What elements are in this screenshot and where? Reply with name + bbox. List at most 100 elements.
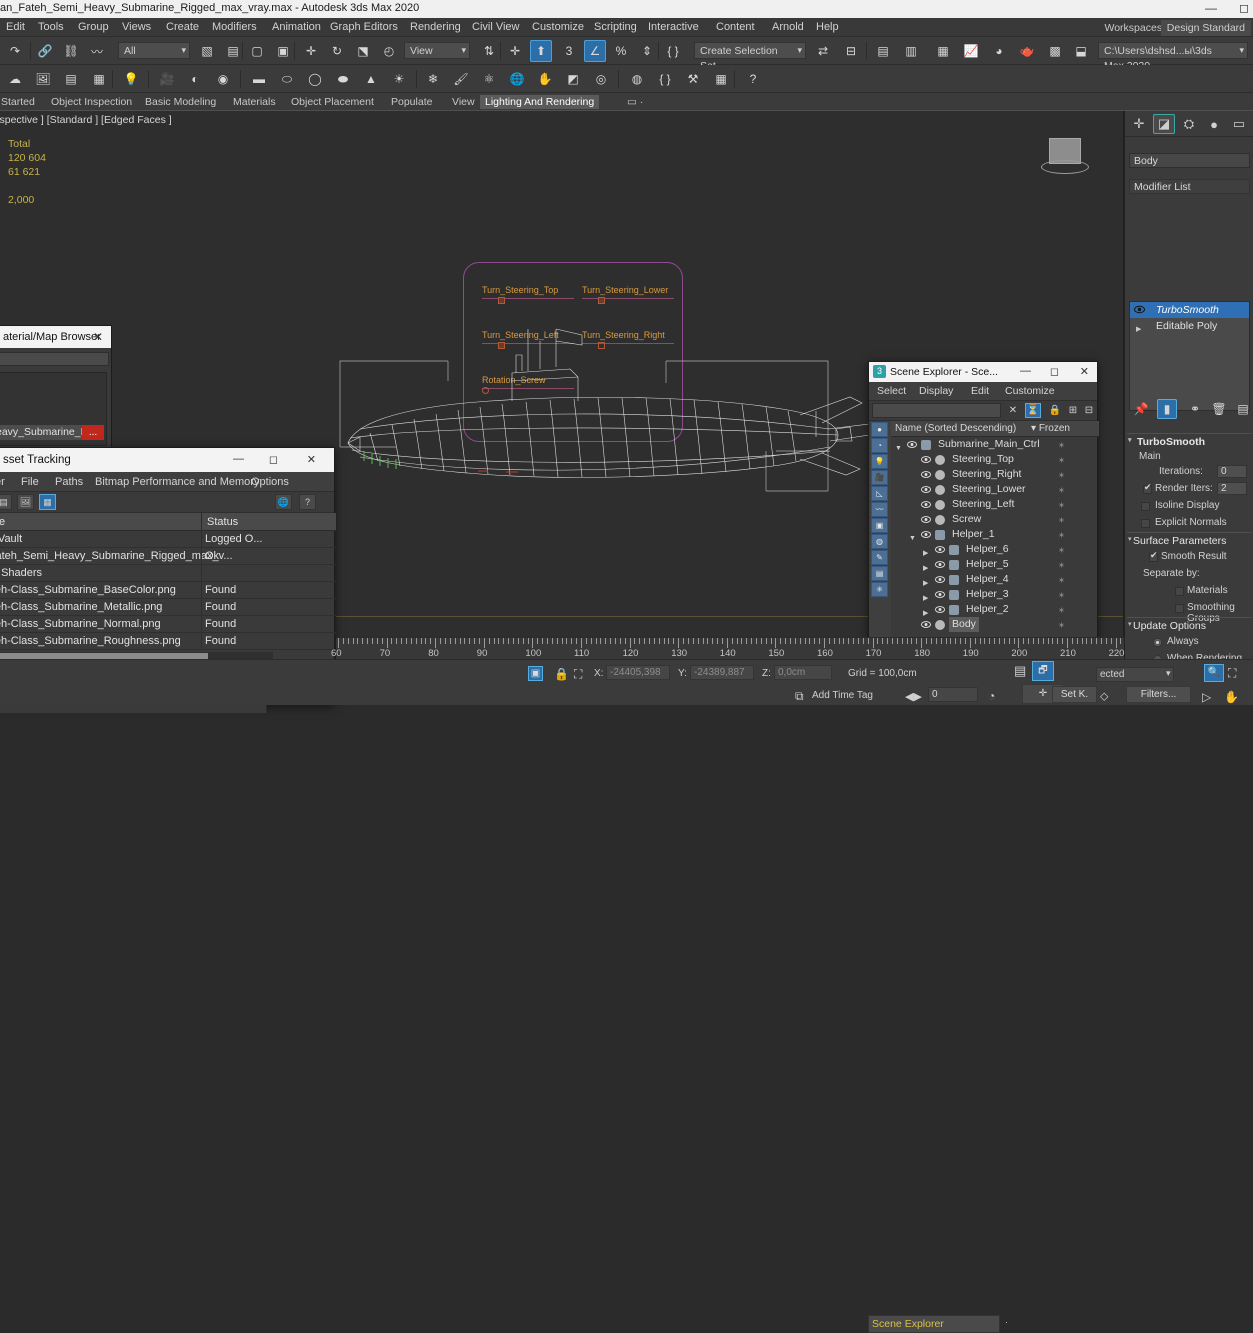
material-browser-search-input[interactable] bbox=[0, 352, 109, 366]
eye-icon[interactable] bbox=[921, 455, 931, 464]
menu-modifiers[interactable]: Modifiers bbox=[212, 21, 257, 33]
scene-explorer-minimize-button[interactable]: — bbox=[1020, 365, 1031, 377]
project-folder-path[interactable]: C:\Users\dshsd...ы\3ds Max 2020 bbox=[1098, 42, 1248, 72]
frozen-cell[interactable]: ⁎ bbox=[1059, 437, 1064, 452]
update-mode-always-radio[interactable] bbox=[1153, 638, 1162, 647]
menu-civil-view[interactable]: Civil View bbox=[472, 21, 519, 33]
particle-icon[interactable]: ⚛ bbox=[478, 68, 500, 90]
light-icon[interactable]: 💡 bbox=[120, 68, 142, 90]
frozen-cell[interactable]: ⁎ bbox=[1059, 482, 1064, 497]
rectangular-selection-region-icon[interactable]: ▢ bbox=[246, 40, 268, 62]
filter-lights-icon[interactable]: 💡 bbox=[871, 454, 888, 469]
ribbon-toggle-icon[interactable]: ▥ bbox=[900, 40, 922, 62]
scene-explorer-tree-row[interactable]: Screw ⁎ bbox=[891, 512, 1099, 527]
ribbon-tab-view[interactable]: View bbox=[447, 95, 480, 109]
asset-tracking-minimize-button[interactable]: — bbox=[233, 453, 244, 465]
workspaces-dropdown[interactable]: Design Standard bbox=[1160, 20, 1251, 36]
set-key-button[interactable]: Set K. bbox=[1052, 686, 1097, 703]
light-bulb-icon[interactable]: ◍ bbox=[626, 68, 648, 90]
asset-menu-options[interactable]: Options bbox=[251, 476, 289, 488]
camera-icon[interactable]: 🎥 bbox=[156, 68, 178, 90]
globe-icon[interactable]: 🌐 bbox=[506, 68, 528, 90]
absolute-relative-mode-icon[interactable]: ⛶ bbox=[574, 667, 582, 682]
filter-space-warps-icon[interactable]: 〰 bbox=[871, 502, 888, 517]
isoline-display-checkbox[interactable] bbox=[1141, 502, 1150, 511]
scene-explorer-status-tag[interactable]: Scene Explorer bbox=[868, 1315, 1000, 1333]
ribbon-tab-materials[interactable]: Materials bbox=[228, 95, 281, 109]
asset-menu-bitmap-performance[interactable]: Bitmap Performance and Memory bbox=[95, 476, 259, 488]
frozen-cell[interactable]: ⁎ bbox=[1059, 452, 1064, 467]
select-and-scale-icon[interactable]: ⬔ bbox=[352, 40, 374, 62]
select-and-link-icon[interactable]: 🔗 bbox=[34, 40, 56, 62]
scene-explorer-menu-customize[interactable]: Customize bbox=[1005, 385, 1055, 397]
scene-explorer-tree-row[interactable]: Steering_Top ⁎ bbox=[891, 452, 1099, 467]
helper-object-icon[interactable] bbox=[949, 575, 959, 585]
x-coordinate-field[interactable]: -24405,398 bbox=[606, 665, 670, 680]
asset-row[interactable]: Fateh-Class_Submarine_Normal.png Found bbox=[0, 616, 336, 633]
sphere-shading-icon[interactable]: ◐ bbox=[184, 68, 206, 90]
rollout-header-turbosmooth[interactable]: TurboSmooth bbox=[1127, 433, 1252, 450]
menu-graph-editors[interactable]: Graph Editors bbox=[330, 21, 398, 33]
clear-search-icon[interactable]: ✕ bbox=[1005, 403, 1021, 418]
ribbon-modeling-icon[interactable]: ◩ bbox=[562, 68, 584, 90]
material-browser-close-button[interactable]: ✕ bbox=[93, 330, 103, 344]
window-crossing-icon[interactable]: ▣ bbox=[272, 40, 294, 62]
modifier-stack-list[interactable]: TurboSmooth ▶ Editable Poly bbox=[1129, 301, 1250, 411]
explicit-normals-checkbox[interactable] bbox=[1141, 519, 1150, 528]
menu-content[interactable]: Content bbox=[716, 21, 755, 33]
torus-primitive-icon[interactable]: ⬬ bbox=[332, 68, 354, 90]
filter-groups-icon[interactable]: ▣ bbox=[871, 518, 888, 533]
key-filters-icon[interactable]: ⬦ bbox=[1100, 689, 1108, 704]
y-coordinate-field[interactable]: -24389,887 bbox=[690, 665, 754, 680]
surface-parameters-header[interactable]: Surface Parameters bbox=[1127, 532, 1252, 549]
menu-group[interactable]: Group bbox=[78, 21, 109, 33]
toggle-scene-explorer-icon[interactable]: 🗗 bbox=[1032, 661, 1054, 681]
show-end-result-icon[interactable]: ▮ bbox=[1157, 399, 1177, 419]
mirror-icon[interactable]: ⇄ bbox=[812, 40, 834, 62]
paint-icon[interactable]: 🖌 bbox=[450, 68, 472, 90]
asset-column-header-status[interactable]: Status bbox=[207, 516, 238, 528]
minimize-button[interactable]: — bbox=[1205, 1, 1217, 15]
scene-explorer-tree-row[interactable]: Steering_Left ⁎ bbox=[891, 497, 1099, 512]
asset-question-icon[interactable]: ? bbox=[299, 494, 316, 510]
align-icon[interactable]: ⊟ bbox=[840, 40, 862, 62]
scene-explorer-window[interactable]: 3 Scene Explorer - Sce... — ◻ ✕ Select D… bbox=[868, 361, 1099, 643]
geometry-object-icon[interactable] bbox=[935, 485, 945, 495]
smooth-result-checkbox[interactable] bbox=[1149, 550, 1158, 562]
snaps-toggle-icon[interactable]: ⬆ bbox=[530, 40, 552, 62]
display-tab-icon[interactable]: ▭ bbox=[1228, 114, 1250, 134]
bind-to-space-warp-icon[interactable]: 〰 bbox=[86, 40, 108, 62]
eye-icon[interactable] bbox=[935, 575, 945, 584]
chevron-right-icon[interactable]: ▶ bbox=[1136, 322, 1141, 338]
frame-prev-next-icons[interactable]: ◀▶ bbox=[905, 690, 922, 703]
use-pivot-point-center-icon[interactable]: ⇅ bbox=[478, 40, 500, 62]
lock-selection-icon[interactable]: 🔒 bbox=[554, 667, 569, 681]
helper-object-icon[interactable] bbox=[921, 440, 931, 450]
scene-explorer-menu-display[interactable]: Display bbox=[919, 385, 953, 397]
key-filter-mode-dropdown[interactable]: ected bbox=[1096, 667, 1174, 682]
modifier-list-dropdown[interactable]: Modifier List bbox=[1129, 179, 1250, 194]
asset-help-globe-icon[interactable]: 🌐 bbox=[275, 494, 292, 510]
ribbon-tab-populate[interactable]: Populate bbox=[386, 95, 437, 109]
select-and-move-icon[interactable]: ✛ bbox=[300, 40, 322, 62]
undo-icon[interactable]: ↷ bbox=[4, 40, 26, 62]
layer-explorer-icon[interactable]: ▤ bbox=[872, 40, 894, 62]
render-iters-spinner[interactable]: 2 bbox=[1217, 482, 1247, 495]
helper-object-icon[interactable] bbox=[949, 545, 959, 555]
chevron-down-icon[interactable]: ▾ bbox=[1166, 668, 1171, 679]
angle-snap-toggle-icon[interactable]: ∠ bbox=[584, 40, 606, 62]
eye-icon[interactable] bbox=[921, 620, 931, 629]
frozen-cell[interactable]: ⁎ bbox=[1059, 557, 1064, 572]
geometry-object-icon[interactable] bbox=[935, 620, 945, 630]
asset-grid-view-icon[interactable]: ▦ bbox=[39, 494, 56, 510]
reference-coordinate-system-dropdown[interactable]: View bbox=[404, 42, 470, 59]
frozen-cell[interactable]: ⁎ bbox=[1059, 467, 1064, 482]
helper-object-icon[interactable] bbox=[949, 605, 959, 615]
cylinder-primitive-icon[interactable]: ◯ bbox=[304, 68, 326, 90]
tools-icon[interactable]: ⚒ bbox=[682, 68, 704, 90]
select-by-name-icon[interactable]: ▤ bbox=[222, 40, 244, 62]
helper-object-icon[interactable] bbox=[949, 560, 959, 570]
scene-explorer-tree-row[interactable]: ▶ Helper_2 ⁎ bbox=[891, 602, 1099, 617]
render-production-icon[interactable]: ⬓ bbox=[1070, 40, 1092, 62]
hand-tool-icon[interactable]: ✋ bbox=[534, 68, 556, 90]
